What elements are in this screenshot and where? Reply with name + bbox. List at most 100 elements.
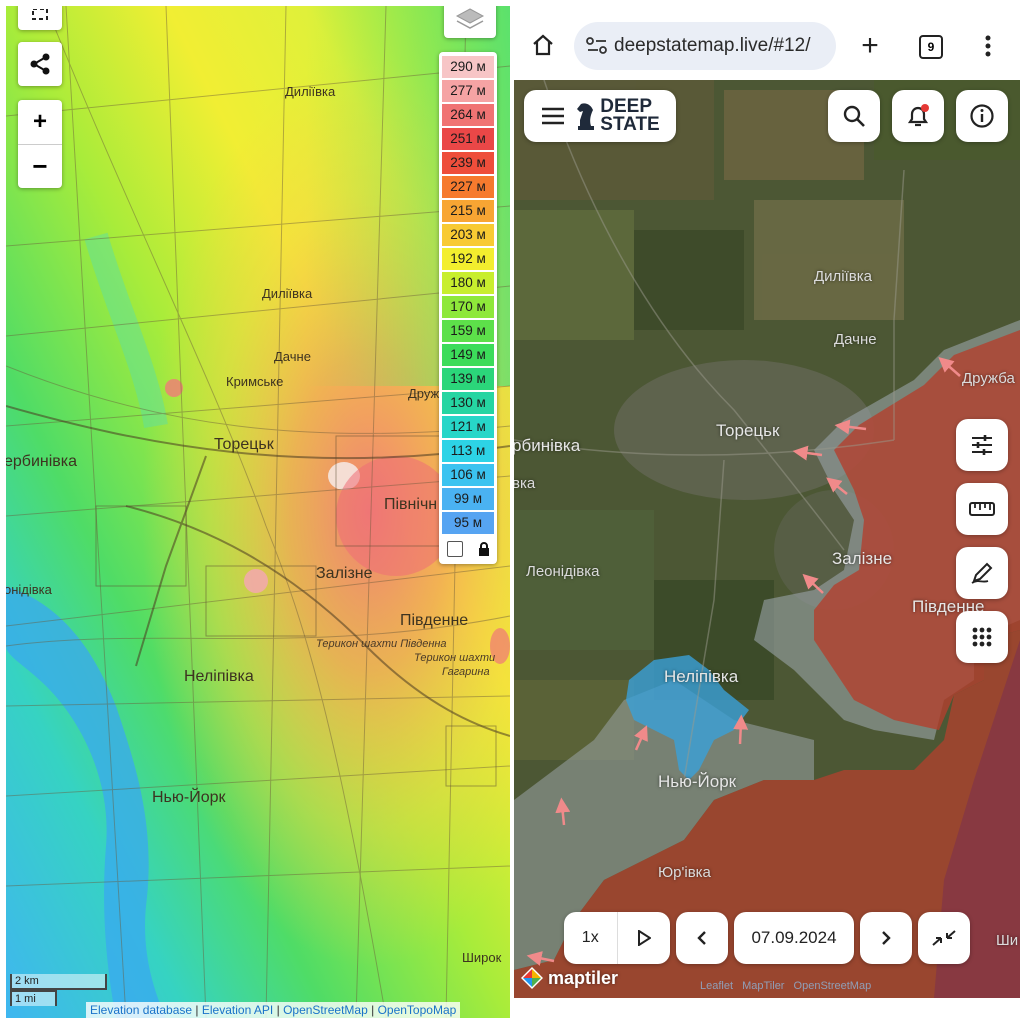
place-label: Ши: [996, 932, 1019, 949]
apps-button[interactable]: [956, 611, 1008, 663]
ruler-icon: [969, 502, 995, 516]
legend-item: 290 м: [442, 56, 494, 78]
attack-arrows: [526, 357, 961, 966]
legend-item: 130 м: [442, 392, 494, 414]
play-button[interactable]: [618, 912, 671, 964]
zoom-out-button[interactable]: −: [18, 145, 62, 189]
sliders-icon: [972, 435, 992, 455]
place-label: Дружба: [962, 370, 1015, 387]
scale-km: 2 km: [10, 974, 107, 990]
place-label: Дачне: [274, 349, 311, 364]
layers-button[interactable]: [444, 6, 496, 38]
screenshot-root: + − 290 м 277 м 264 м 251 м 239 м 227 м 215 м2…: [0, 0, 1024, 1024]
address-bar[interactable]: deepstatemap.live/#12/: [574, 22, 836, 70]
elevation-legend: 290 м 277 м 264 м 251 м 239 м 227 м 215 м 203 м…: [439, 52, 497, 564]
info-icon: [970, 104, 994, 128]
place-label: Північн: [384, 496, 438, 513]
menu-logo-button[interactable]: DEEP STATE: [524, 90, 676, 142]
date-selector[interactable]: 07.09.2024: [734, 912, 854, 964]
maptiler-logo[interactable]: maptiler: [520, 966, 618, 990]
filters-button[interactable]: [956, 419, 1008, 471]
pen-icon: [971, 562, 993, 584]
legend-item: 180 м: [442, 272, 494, 294]
home-icon: [533, 34, 553, 56]
place-label: рбинівка: [514, 436, 581, 455]
new-tab-button[interactable]: +: [856, 29, 884, 62]
place-label: Леонідівка: [526, 563, 600, 580]
place-label: Кримське: [226, 374, 284, 389]
place-label: Нью-Йорк: [658, 772, 737, 791]
elevation-map[interactable]: + − 290 м 277 м 264 м 251 м 239 м 227 м 215 м2…: [6, 6, 510, 1018]
deepstate-map[interactable]: Диліївка Дачне Дружба Торецьк рбинівка в…: [514, 80, 1020, 998]
attribution-link[interactable]: Leaflet: [700, 980, 733, 992]
url-text: deepstatemap.live/#12/: [614, 35, 811, 56]
share-icon: [30, 53, 50, 75]
info-button[interactable]: [956, 90, 1008, 142]
browser-menu-button[interactable]: [978, 32, 998, 60]
legend-item: 251 м: [442, 128, 494, 150]
legend-item: 264 м: [442, 104, 494, 126]
legend-item: 106 м: [442, 464, 494, 486]
legend-item: 121 м: [442, 416, 494, 438]
attribution: Leaflet MapTiler OpenStreetMap: [700, 980, 877, 992]
browser-window: deepstatemap.live/#12/ + 9 Диліївка Дачн…: [514, 0, 1024, 1024]
legend-item: 215 м: [442, 200, 494, 222]
chevron-left-icon: [697, 931, 706, 945]
grid-icon: [972, 627, 992, 647]
tab-switcher-button[interactable]: 9: [918, 34, 944, 60]
prev-date-button[interactable]: [676, 912, 728, 964]
speed-button[interactable]: 1x: [564, 912, 618, 964]
legend-item: 192 м: [442, 248, 494, 270]
plus-icon: +: [32, 107, 47, 135]
collapse-arrows-icon: [932, 930, 956, 946]
fullscreen-button[interactable]: [18, 6, 62, 30]
attribution-link[interactable]: OpenStreetMap: [283, 1003, 368, 1017]
place-label: ербинівка: [6, 453, 78, 470]
attribution-link[interactable]: MapTiler: [742, 980, 784, 992]
attribution-link[interactable]: OpenStreetMap: [794, 980, 872, 992]
fullscreen-icon: [32, 9, 48, 20]
compare-button[interactable]: [918, 912, 970, 964]
place-label: вка: [514, 475, 536, 492]
logo-text: DEEP STATE: [600, 97, 659, 134]
place-label: Залізне: [316, 565, 373, 582]
legend-item: 113 м: [442, 440, 494, 462]
place-label: Торецьк: [716, 421, 780, 440]
attribution-link[interactable]: Elevation API: [202, 1003, 273, 1017]
attribution: Elevation database | Elevation API | Ope…: [86, 1002, 461, 1018]
place-label: Юр'івка: [658, 864, 711, 881]
legend-item: 227 м: [442, 176, 494, 198]
legend-item: 277 м: [442, 80, 494, 102]
attribution-link[interactable]: Elevation database: [90, 1003, 192, 1017]
place-label: Диліївка: [285, 84, 336, 99]
legend-item: 239 м: [442, 152, 494, 174]
place-label: Гагарина: [442, 666, 490, 678]
measure-button[interactable]: [956, 483, 1008, 535]
next-date-button[interactable]: [860, 912, 912, 964]
legend-item: 149 м: [442, 344, 494, 366]
place-label: Друж: [408, 386, 440, 401]
legend-item: 159 м: [442, 320, 494, 342]
knight-logo-icon: [577, 103, 595, 130]
legend-item: 139 м: [442, 368, 494, 390]
bell-icon: [907, 104, 929, 127]
attribution-link[interactable]: OpenTopoMap: [378, 1003, 457, 1017]
search-button[interactable]: [828, 90, 880, 142]
draw-button[interactable]: [956, 547, 1008, 599]
legend-item: 203 м: [442, 224, 494, 246]
home-button[interactable]: [528, 30, 558, 60]
lock-icon[interactable]: [478, 542, 490, 556]
place-label: Терикон шахти: [414, 652, 496, 664]
place-label: Диліївка: [814, 268, 872, 285]
search-icon: [843, 105, 865, 127]
notifications-button[interactable]: [892, 90, 944, 142]
scale-mi: 1 mi: [10, 990, 57, 1006]
legend-item: 170 м: [442, 296, 494, 318]
chevron-right-icon: [882, 931, 891, 945]
place-label: Диліївка: [262, 286, 313, 301]
share-button[interactable]: [18, 42, 62, 86]
place-label: Дачне: [834, 331, 877, 348]
site-settings-icon[interactable]: [586, 37, 608, 55]
legend-checkbox[interactable]: [446, 541, 463, 557]
zoom-in-button[interactable]: +: [18, 100, 62, 145]
